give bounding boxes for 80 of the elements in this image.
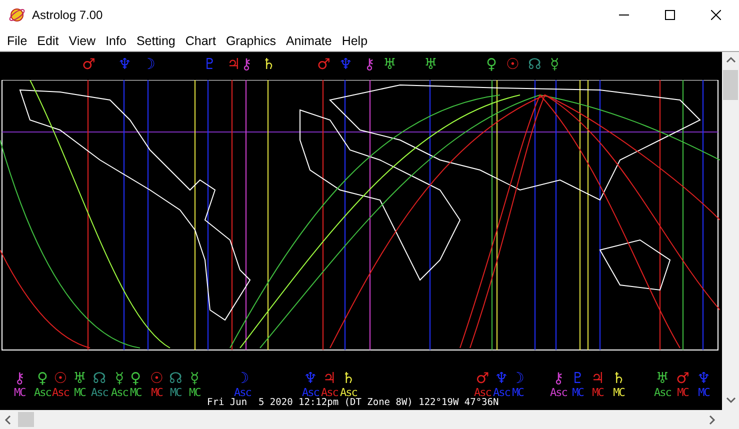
planet-glyph: ☊: [169, 370, 182, 386]
menu-item[interactable]: File: [2, 31, 32, 50]
planet-glyph: ♅: [424, 56, 438, 72]
menu-item[interactable]: Chart: [180, 31, 221, 50]
angle-label: MC: [592, 386, 604, 400]
angle-label: MC: [130, 386, 142, 400]
planet-glyph: ♆: [339, 56, 352, 72]
planet-glyph: ♄: [612, 370, 626, 386]
angle-label: Asc: [302, 386, 319, 399]
scroll-thumb[interactable]: [18, 412, 34, 427]
menu-item[interactable]: Help: [336, 31, 373, 50]
planet-glyph: ♇: [203, 56, 216, 72]
planet-icon: [8, 6, 26, 24]
planet-glyph: ☊: [92, 370, 106, 386]
angle-label: Asc: [550, 386, 567, 400]
planet-glyph: ⚷: [14, 370, 26, 386]
planet-glyph: ♂: [476, 370, 490, 386]
window-title: Astrolog 7.00: [32, 8, 104, 22]
angle-label: MC: [572, 386, 584, 400]
angle-label: MC: [698, 386, 710, 400]
angle-label: Asc: [52, 386, 69, 400]
maximize-icon: [665, 10, 675, 20]
planet-glyph: ♂: [676, 370, 690, 386]
planet-glyph: ☉: [506, 56, 520, 72]
angle-label: MC: [151, 386, 162, 400]
planet-glyph: ♂: [317, 56, 330, 72]
angle-label: MC: [74, 386, 86, 400]
angle-label: MC: [189, 386, 200, 400]
menu-item[interactable]: Setting: [131, 31, 180, 50]
angle-label: Asc: [111, 386, 128, 400]
planet-glyph: ☽: [511, 370, 524, 386]
planet-glyph: ♀: [36, 370, 48, 386]
menu-item[interactable]: View: [64, 31, 101, 50]
planet-glyph: ☽: [236, 370, 250, 386]
angle-label: MC: [14, 386, 26, 400]
angle-label: Asc: [234, 386, 251, 399]
angle-label: MC: [677, 386, 688, 400]
menu-item[interactable]: Info: [100, 31, 132, 50]
planet-glyph: ⚷: [364, 56, 375, 72]
planet-glyph: ⚷: [241, 56, 252, 72]
angle-label: MC: [512, 386, 524, 400]
planet-glyph: ☿: [114, 370, 124, 386]
planet-glyph: ♃: [591, 370, 604, 386]
planet-glyph: ♀: [130, 370, 142, 386]
planet-glyph: ♆: [494, 370, 508, 386]
planet-glyph: ♂: [82, 56, 96, 72]
planet-glyph: ☿: [550, 56, 560, 72]
planet-glyph: ♀: [486, 56, 497, 72]
planet-glyph: ♆: [304, 370, 318, 386]
scroll-thumb[interactable]: [723, 70, 738, 100]
angle-label: Asc: [34, 386, 51, 400]
planet-glyph: ☽: [142, 56, 156, 72]
angle-label: Asc: [321, 386, 338, 399]
angle-label: MC: [613, 386, 624, 400]
planet-glyph: ♄: [262, 56, 276, 72]
angle-label: Asc: [340, 386, 357, 399]
planet-glyph: ⚷: [552, 370, 564, 386]
planet-glyph: ♃: [322, 370, 336, 386]
planet-glyph: ♅: [383, 56, 396, 72]
menu-item[interactable]: Edit: [32, 31, 64, 50]
planet-glyph: ♆: [697, 370, 710, 386]
angle-label: Asc: [91, 386, 108, 400]
planet-glyph: ☉: [150, 370, 164, 386]
chart-info-text: Fri Jun 5 2020 12:12pm (DT Zone 8W) 122°19W 47°36N: [207, 397, 499, 408]
planet-glyph: ☉: [54, 370, 68, 386]
angle-label: Asc: [654, 386, 671, 400]
planet-glyph: ♄: [342, 370, 356, 386]
close-icon: [711, 10, 721, 20]
planet-glyph: ♃: [227, 56, 240, 72]
planet-glyph: ☿: [190, 370, 200, 386]
planet-glyph: ♅: [73, 370, 86, 386]
angle-label: Asc: [474, 386, 491, 399]
menu-item[interactable]: Animate: [280, 31, 337, 50]
planet-glyph: ♆: [118, 56, 132, 72]
angle-label: Asc: [493, 386, 510, 399]
planet-glyph: ☊: [528, 56, 542, 72]
planet-glyph: ♇: [571, 370, 584, 386]
angle-label: MC: [170, 386, 182, 400]
menu-item[interactable]: Graphics: [220, 31, 281, 50]
planet-glyph: ♅: [656, 370, 670, 386]
